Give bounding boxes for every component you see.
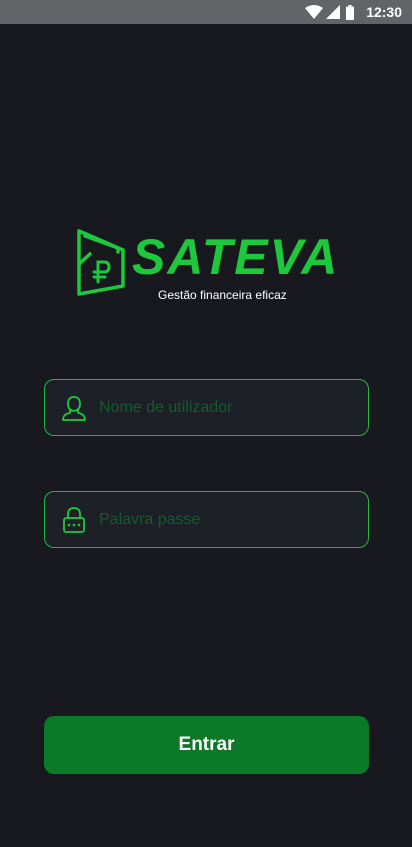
- battery-icon: [346, 4, 355, 20]
- login-button[interactable]: Entrar: [44, 716, 369, 774]
- status-bar: 12:30: [0, 0, 412, 24]
- password-input[interactable]: [99, 492, 356, 547]
- username-field[interactable]: [44, 379, 369, 436]
- username-input[interactable]: [99, 380, 356, 435]
- brand-tagline: Gestão financeira eficaz: [158, 288, 287, 302]
- signal-icon: [326, 5, 341, 19]
- status-time: 12:30: [366, 4, 402, 20]
- password-field[interactable]: [44, 491, 369, 548]
- user-icon: [59, 393, 89, 423]
- brand-name: SATEVA: [132, 229, 340, 285]
- lock-icon: [59, 505, 89, 535]
- wallet-ruble-icon: [77, 229, 125, 296]
- brand-logo: SATEVA Gestão financeira eficaz: [76, 226, 337, 302]
- wifi-icon: [305, 5, 324, 19]
